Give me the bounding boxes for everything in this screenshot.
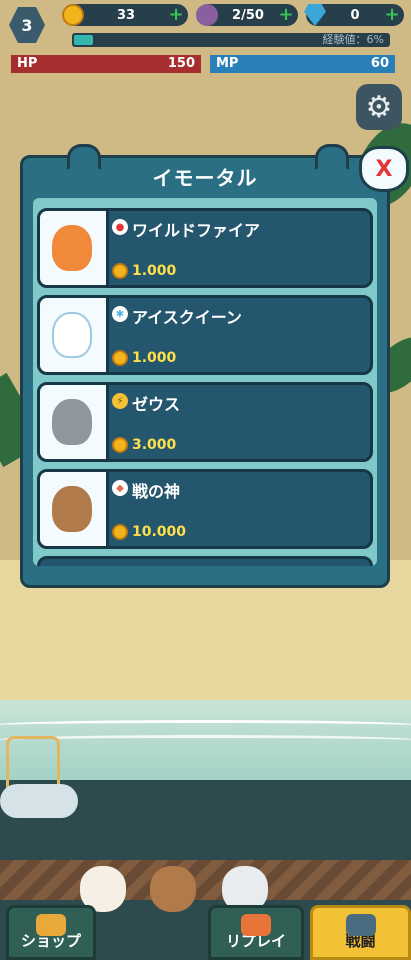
wave (0, 720, 411, 731)
wave (0, 735, 411, 746)
item-price: 3.000 (112, 437, 176, 453)
mp-label: MP (216, 56, 239, 71)
close-icon: X (375, 156, 393, 182)
hp-bar: HP 150 (11, 55, 201, 73)
coin-icon (62, 4, 84, 26)
item-price: 10.000 (112, 524, 186, 540)
item-name: 戦の神 (132, 482, 181, 501)
item-price: 1.000 (112, 263, 176, 279)
close-button[interactable]: X (359, 146, 409, 192)
list-item-partial[interactable] (37, 556, 373, 566)
fight-button[interactable]: 戦闘 (310, 905, 411, 960)
dialog-title: イモータル (152, 166, 258, 190)
war-god-cat-image (40, 472, 109, 546)
level-badge: 3 (9, 7, 45, 43)
price-value: 1.000 (132, 263, 177, 279)
xp-label: 経験値：6% (322, 33, 384, 46)
settings-gear-icon[interactable]: ⚙ (356, 84, 402, 130)
coin-icon (112, 263, 128, 279)
ice-queen-cat-image (40, 298, 109, 372)
coin-icon (112, 524, 128, 540)
coin-icon (112, 350, 128, 366)
price-value: 10.000 (132, 524, 187, 540)
xp-bar: 経験値：6% (72, 33, 390, 47)
capacity-counter: 2/50 + (196, 4, 298, 26)
wooden-fence (0, 860, 411, 900)
capacity-value: 2/50 (232, 7, 264, 23)
cat-figure (52, 486, 92, 532)
list-item[interactable]: ✱ アイスクイーン 1.000 (37, 295, 373, 375)
sword-icon (345, 914, 376, 936)
immortal-shop-dialog: イモータル ● ワイルドファイア 1.000 ✱ アイスクイーン 1.000 ⚡… (20, 144, 390, 588)
gem-value: 0 (350, 7, 360, 23)
zeus-cat-image (40, 385, 109, 459)
shop-button[interactable]: ショップ (6, 905, 96, 960)
cloud-icon (0, 784, 78, 818)
item-list[interactable]: ● ワイルドファイア 1.000 ✱ アイスクイーン 1.000 ⚡ ゼウス 3… (33, 198, 377, 566)
cat-figure (52, 225, 92, 271)
cat-figure (52, 312, 92, 358)
gem-counter: 0 + (304, 4, 404, 26)
hp-value: 150 (167, 56, 195, 71)
mp-value: 60 (370, 56, 389, 71)
treasure-chest-icon (36, 914, 66, 936)
mp-bar: MP 60 (210, 55, 395, 73)
cat-character (150, 866, 196, 912)
price-value: 1.000 (132, 350, 177, 366)
item-price: 1.000 (112, 350, 176, 366)
xp-fill (74, 35, 93, 45)
coin-icon (112, 437, 128, 453)
add-capacity-button[interactable]: + (278, 6, 294, 24)
list-item[interactable]: ◆ 戦の神 10.000 (37, 469, 373, 549)
add-gold-button[interactable]: + (168, 6, 184, 24)
gold-counter: 33 + (62, 4, 188, 26)
wildfire-cat-image (40, 211, 109, 285)
add-gems-button[interactable]: + (384, 6, 400, 24)
item-name: ゼウス (132, 395, 181, 414)
war-icon: ◆ (112, 480, 128, 496)
pot-icon (196, 4, 218, 26)
fire-icon: ● (112, 219, 128, 235)
item-name: アイスクイーン (132, 308, 242, 327)
cat-figure (52, 399, 92, 445)
top-hud: 3 33 + 2/50 + 0 + 経験値：6% HP 150 MP 60 (0, 0, 411, 80)
hp-label: HP (17, 56, 38, 71)
item-name: ワイルドファイア (132, 221, 261, 240)
price-value: 3.000 (132, 437, 177, 453)
gem-icon (304, 4, 326, 26)
lightning-icon: ⚡ (112, 393, 128, 409)
list-item[interactable]: ⚡ ゼウス 3.000 (37, 382, 373, 462)
replay-button[interactable]: リプレイ (208, 905, 304, 960)
ice-icon: ✱ (112, 306, 128, 322)
list-item[interactable]: ● ワイルドファイア 1.000 (37, 208, 373, 288)
gold-value: 33 (116, 7, 136, 23)
replay-icon (241, 914, 271, 936)
